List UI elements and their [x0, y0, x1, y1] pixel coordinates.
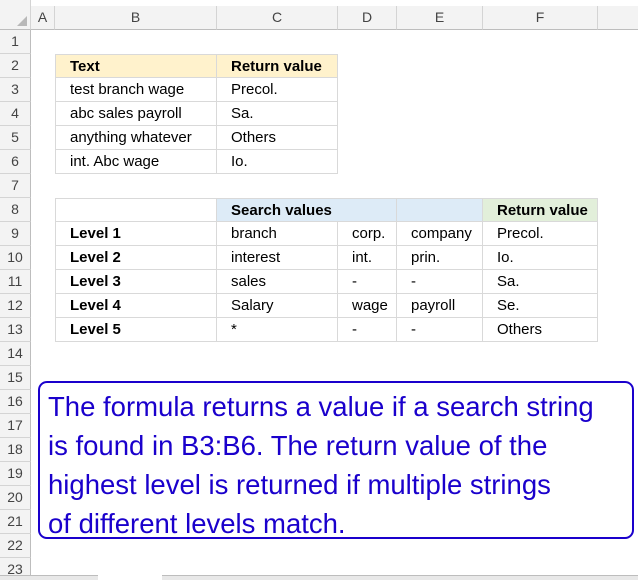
table2-header-blank[interactable]: [55, 198, 217, 222]
table2-cell-level[interactable]: Level 4: [55, 294, 217, 318]
table1-cell-return[interactable]: Others: [217, 126, 338, 150]
row-header-2[interactable]: 2: [0, 54, 31, 78]
table1-cell-text[interactable]: test branch wage: [55, 78, 217, 102]
table2-cell-return[interactable]: Se.: [483, 294, 598, 318]
column-header-next[interactable]: [598, 6, 638, 30]
table2-cell-search-1[interactable]: branch: [217, 222, 338, 246]
table1-cell-text[interactable]: anything whatever: [55, 126, 217, 150]
table2-cell-search-2[interactable]: int.: [338, 246, 397, 270]
note-line: highest level is returned if multiple st…: [48, 469, 551, 500]
table2-header-search-values[interactable]: Search values: [217, 198, 338, 222]
row-header-11[interactable]: 11: [0, 270, 31, 294]
note-line: The formula returns a value if a search …: [48, 391, 594, 422]
sheet-tab-bar-left[interactable]: [0, 575, 98, 580]
row-header-9[interactable]: 9: [0, 222, 31, 246]
row-header-16[interactable]: 16: [0, 390, 31, 414]
table2-cell-search-3[interactable]: -: [397, 318, 483, 342]
table2-cell-search-2[interactable]: corp.: [338, 222, 397, 246]
table2-cell-return[interactable]: Precol.: [483, 222, 598, 246]
table1-cell-text[interactable]: abc sales payroll: [55, 102, 217, 126]
table2-cell-level[interactable]: Level 2: [55, 246, 217, 270]
table2-cell-level[interactable]: Level 5: [55, 318, 217, 342]
row-header-12[interactable]: 12: [0, 294, 31, 318]
column-header-e[interactable]: E: [397, 6, 483, 30]
row-header-5[interactable]: 5: [0, 126, 31, 150]
table2-cell-search-1[interactable]: *: [217, 318, 338, 342]
row-header-20[interactable]: 20: [0, 486, 31, 510]
table2-cell-level[interactable]: Level 1: [55, 222, 217, 246]
table2-header-search-values-span[interactable]: [338, 198, 397, 222]
table2-header-return-value[interactable]: Return value: [483, 198, 598, 222]
row-header-14[interactable]: 14: [0, 342, 31, 366]
table2-cell-return[interactable]: Sa.: [483, 270, 598, 294]
column-header-d[interactable]: D: [338, 6, 397, 30]
row-header-1[interactable]: 1: [0, 30, 31, 54]
spreadsheet: A B C D E F 1 2 3 4 5 6 7 8 9 10 11 12 1…: [0, 0, 638, 580]
table1-header-text[interactable]: Text: [55, 54, 217, 78]
table1-header-return-value[interactable]: Return value: [217, 54, 338, 78]
row-header-13[interactable]: 13: [0, 318, 31, 342]
column-header-b[interactable]: B: [55, 6, 217, 30]
column-header-f[interactable]: F: [483, 6, 598, 30]
table2-cell-search-3[interactable]: payroll: [397, 294, 483, 318]
table1-cell-return[interactable]: Precol.: [217, 78, 338, 102]
column-header-c[interactable]: C: [217, 6, 338, 30]
table1-cell-return[interactable]: Io.: [217, 150, 338, 174]
row-header-10[interactable]: 10: [0, 246, 31, 270]
row-header-18[interactable]: 18: [0, 438, 31, 462]
select-all-corner[interactable]: [0, 0, 31, 30]
explanation-textbox[interactable]: The formula returns a value if a search …: [38, 381, 634, 539]
row-header-7[interactable]: 7: [0, 174, 31, 198]
row-header-19[interactable]: 19: [0, 462, 31, 486]
note-line: of different levels match.: [48, 508, 346, 539]
table2-cell-search-3[interactable]: -: [397, 270, 483, 294]
row-header-4[interactable]: 4: [0, 102, 31, 126]
table2-cell-search-2[interactable]: -: [338, 318, 397, 342]
table2-cell-search-2[interactable]: wage: [338, 294, 397, 318]
row-header-8[interactable]: 8: [0, 198, 31, 222]
horizontal-scrollbar[interactable]: [162, 575, 638, 580]
table1-cell-return[interactable]: Sa.: [217, 102, 338, 126]
row-header-15[interactable]: 15: [0, 366, 31, 390]
table2-cell-search-3[interactable]: company: [397, 222, 483, 246]
table2-cell-search-3[interactable]: prin.: [397, 246, 483, 270]
table2-cell-search-1[interactable]: sales: [217, 270, 338, 294]
row-header-3[interactable]: 3: [0, 78, 31, 102]
table2-cell-level[interactable]: Level 3: [55, 270, 217, 294]
table2-cell-search-1[interactable]: Salary: [217, 294, 338, 318]
row-header-22[interactable]: 22: [0, 534, 31, 558]
select-all-icon: [17, 16, 27, 26]
table2-cell-return[interactable]: Io.: [483, 246, 598, 270]
row-header-17[interactable]: 17: [0, 414, 31, 438]
table2-cell-search-2[interactable]: -: [338, 270, 397, 294]
table1-cell-text[interactable]: int. Abc wage: [55, 150, 217, 174]
note-line: is found in B3:B6. The return value of t…: [48, 430, 548, 461]
column-header-a[interactable]: A: [31, 6, 55, 30]
table2-header-search-values-span[interactable]: [397, 198, 483, 222]
row-header-21[interactable]: 21: [0, 510, 31, 534]
table2-cell-return[interactable]: Others: [483, 318, 598, 342]
table2-cell-search-1[interactable]: interest: [217, 246, 338, 270]
row-header-6[interactable]: 6: [0, 150, 31, 174]
